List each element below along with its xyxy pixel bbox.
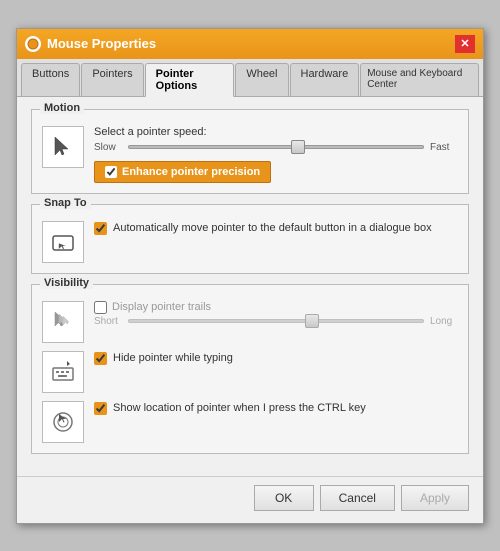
snap-to-content: Automatically move pointer to the defaul…: [42, 221, 458, 263]
auto-move-label: Automatically move pointer to the defaul…: [113, 221, 432, 236]
motion-inner: Select a pointer speed: Slow Fast Enhanc…: [94, 126, 458, 183]
auto-move-row: Automatically move pointer to the defaul…: [94, 221, 458, 236]
show-ctrl-label: Show location of pointer when I press th…: [113, 401, 366, 416]
hide-typing-group: Hide pointer while typing: [42, 351, 458, 393]
close-button[interactable]: ✕: [455, 35, 475, 53]
speed-slider-track[interactable]: [128, 145, 424, 149]
speed-label: Select a pointer speed:: [94, 126, 458, 138]
hide-typing-icon: [49, 358, 77, 386]
visibility-section: Visibility Display pointer trails: [31, 284, 469, 454]
window: Mouse Properties ✕ Buttons Pointers Poin…: [16, 28, 484, 524]
auto-move-checkbox[interactable]: [94, 222, 107, 235]
motion-icon-box: [42, 126, 84, 168]
trail-label: Display pointer trails: [112, 301, 211, 313]
trail-icon-box: [42, 301, 84, 343]
snap-to-section: Snap To Automatically move pointer to th…: [31, 204, 469, 274]
hide-typing-icon-box: [42, 351, 84, 393]
motion-title: Motion: [40, 102, 84, 114]
ok-button[interactable]: OK: [254, 485, 314, 511]
show-ctrl-row: Show location of pointer when I press th…: [94, 401, 458, 416]
hide-typing-inner: Hide pointer while typing: [94, 351, 458, 366]
content-area: Motion Select a pointer speed: Slow Fast: [17, 97, 483, 476]
snap-to-icon: [49, 228, 77, 256]
app-icon: [25, 36, 41, 52]
fast-label: Fast: [430, 142, 458, 153]
tabs-bar: Buttons Pointers Pointer Options Wheel H…: [17, 59, 483, 97]
apply-button[interactable]: Apply: [401, 485, 469, 511]
tab-buttons[interactable]: Buttons: [21, 63, 80, 96]
title-bar: Mouse Properties ✕: [17, 29, 483, 59]
motion-content: Select a pointer speed: Slow Fast Enhanc…: [42, 126, 458, 183]
trail-slider-thumb[interactable]: [305, 314, 319, 328]
tab-mouse-keyboard[interactable]: Mouse and Keyboard Center: [360, 63, 479, 96]
enhance-precision-button[interactable]: Enhance pointer precision: [94, 161, 271, 183]
show-ctrl-icon-box: [42, 401, 84, 443]
bottom-buttons: OK Cancel Apply: [17, 476, 483, 523]
snap-to-title: Snap To: [40, 197, 91, 209]
long-label: Long: [430, 316, 458, 327]
trail-inner: Display pointer trails Short Long: [94, 301, 458, 327]
enhance-checkbox[interactable]: [105, 166, 117, 178]
show-ctrl-group: Show location of pointer when I press th…: [42, 401, 458, 443]
pointer-speed-icon: [49, 133, 77, 161]
tab-pointer-options[interactable]: Pointer Options: [145, 63, 235, 97]
hide-typing-row: Hide pointer while typing: [94, 351, 458, 366]
short-label: Short: [94, 316, 122, 327]
snap-to-icon-box: [42, 221, 84, 263]
speed-slider-row: Slow Fast: [94, 142, 458, 153]
motion-section: Motion Select a pointer speed: Slow Fast: [31, 109, 469, 194]
speed-slider-thumb[interactable]: [291, 140, 305, 154]
show-ctrl-icon: [49, 408, 77, 436]
hide-typing-label: Hide pointer while typing: [113, 351, 233, 366]
enhance-label: Enhance pointer precision: [122, 166, 260, 178]
trail-row-group: Display pointer trails Short Long: [42, 301, 458, 343]
tab-wheel[interactable]: Wheel: [235, 63, 288, 96]
trail-slider-track[interactable]: [128, 319, 424, 323]
trail-slider-row: Short Long: [94, 316, 458, 327]
tab-hardware[interactable]: Hardware: [290, 63, 360, 96]
hide-typing-checkbox[interactable]: [94, 352, 107, 365]
visibility-title: Visibility: [40, 277, 93, 289]
slow-label: Slow: [94, 142, 122, 153]
snap-to-inner: Automatically move pointer to the defaul…: [94, 221, 458, 236]
pointer-trails-icon: [49, 308, 77, 336]
show-ctrl-inner: Show location of pointer when I press th…: [94, 401, 458, 416]
trail-checkbox[interactable]: [94, 301, 107, 314]
tab-pointers[interactable]: Pointers: [81, 63, 143, 96]
window-title: Mouse Properties: [47, 36, 156, 51]
show-ctrl-checkbox[interactable]: [94, 402, 107, 415]
title-bar-left: Mouse Properties: [25, 36, 156, 52]
cancel-button[interactable]: Cancel: [320, 485, 395, 511]
trail-checkbox-row: Display pointer trails: [94, 301, 458, 314]
